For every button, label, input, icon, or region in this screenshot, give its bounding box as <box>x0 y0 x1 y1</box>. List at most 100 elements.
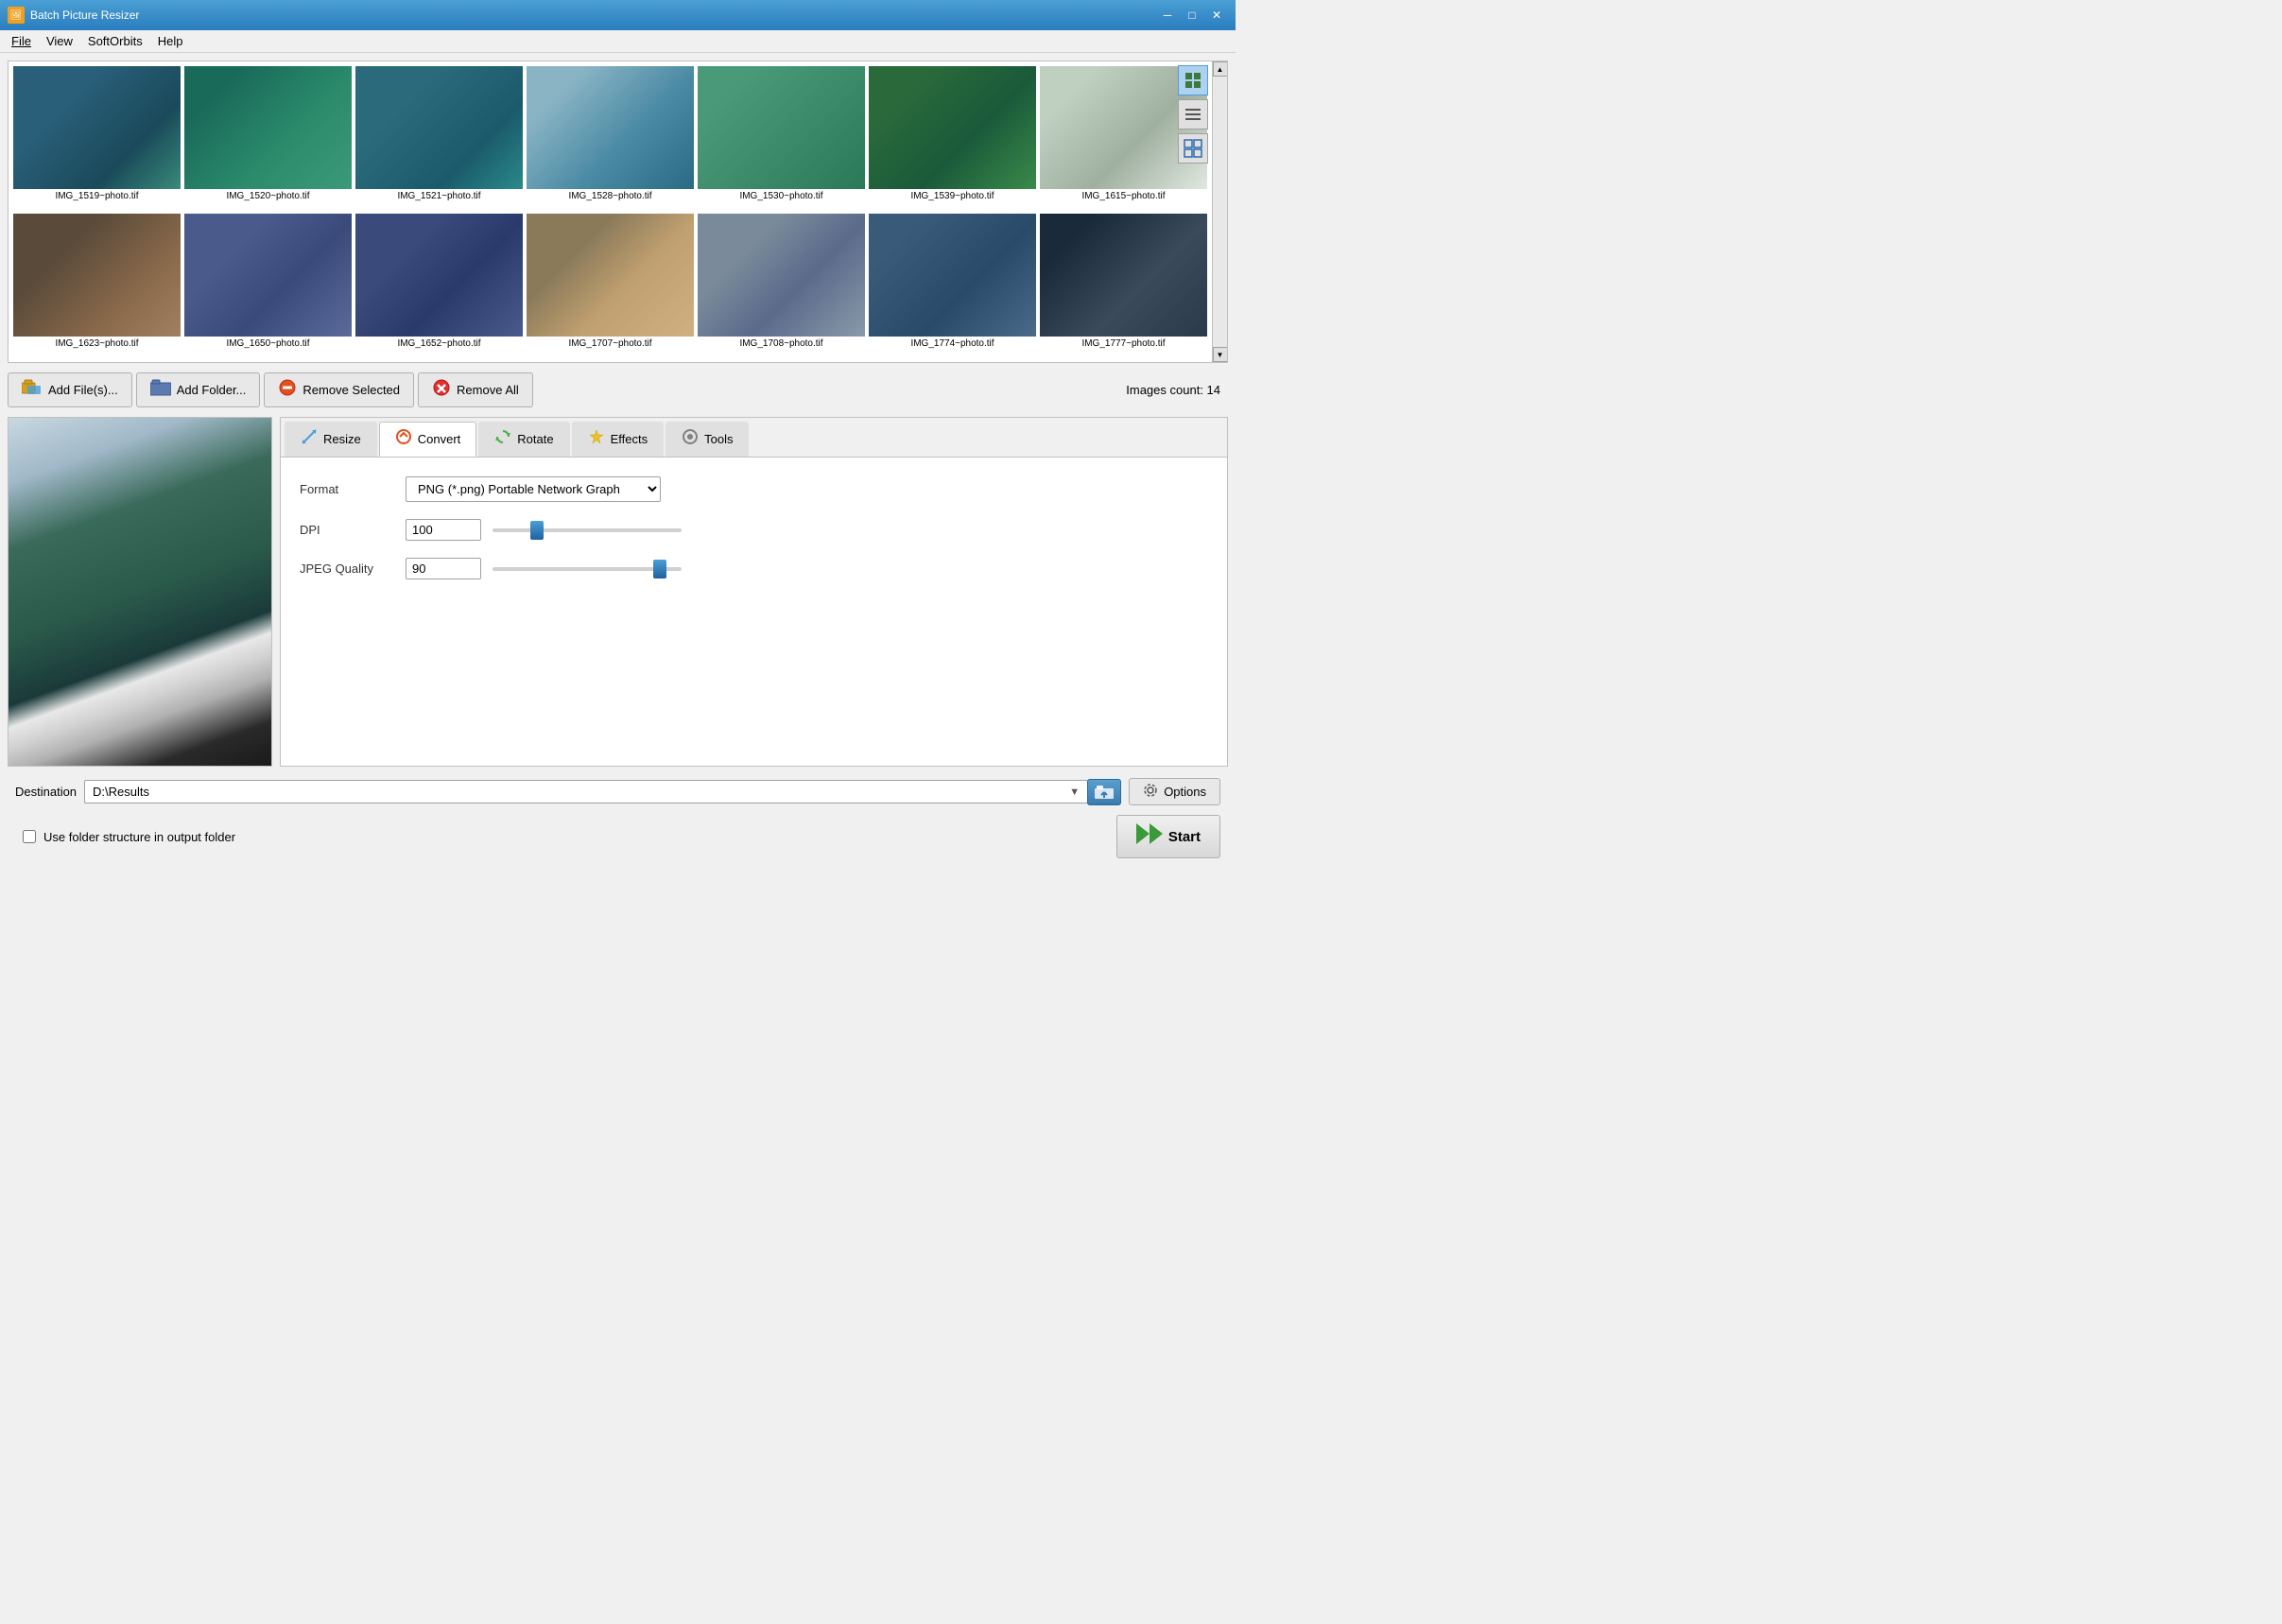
options-button[interactable]: Options <box>1129 778 1220 805</box>
destination-browse-button[interactable] <box>1087 779 1121 805</box>
resize-tab-icon <box>301 428 318 450</box>
tab-resize[interactable]: Resize <box>285 422 377 457</box>
image-filename: IMG_1708~photo.tif <box>698 337 865 351</box>
list-item[interactable]: IMG_1539~photo.tif <box>868 65 1037 211</box>
jpeg-quality-slider-thumb[interactable] <box>653 560 666 579</box>
dpi-row: DPI 100 <box>300 519 1208 541</box>
list-item[interactable]: IMG_1530~photo.tif <box>697 65 866 211</box>
add-folder-button[interactable]: Add Folder... <box>136 372 261 407</box>
image-filename: IMG_1519~photo.tif <box>13 189 181 203</box>
folder-structure-checkbox[interactable] <box>23 830 36 843</box>
menu-softorbits[interactable]: SoftOrbits <box>80 32 150 50</box>
list-item[interactable]: IMG_1521~photo.tif <box>354 65 524 211</box>
settings-content: Format PNG (*.png) Portable Network Grap… <box>281 458 1227 766</box>
dpi-slider-container <box>493 521 682 540</box>
image-filename: IMG_1539~photo.tif <box>869 189 1036 203</box>
bottom-actions: Use folder structure in output folder St… <box>8 811 1228 862</box>
list-item[interactable]: IMG_1708~photo.tif <box>697 213 866 358</box>
thumbnail-image <box>184 66 352 189</box>
thumbnail-view-button[interactable] <box>1178 65 1208 95</box>
destination-input[interactable] <box>84 780 1088 803</box>
remove-all-button[interactable]: Remove All <box>418 372 533 407</box>
add-folder-label: Add Folder... <box>177 383 247 397</box>
format-select[interactable]: PNG (*.png) Portable Network Graph JPEG … <box>406 476 661 502</box>
grid-scrollbar[interactable]: ▲ ▼ <box>1212 61 1227 362</box>
list-item[interactable]: IMG_1519~photo.tif <box>12 65 182 211</box>
thumbnail-image <box>527 214 694 337</box>
list-item[interactable]: IMG_1623~photo.tif <box>12 213 182 358</box>
jpeg-quality-slider-track <box>493 567 682 571</box>
start-button[interactable]: Start <box>1116 815 1220 858</box>
list-item[interactable]: IMG_1774~photo.tif <box>868 213 1037 358</box>
window-controls: ─ □ ✕ <box>1156 6 1228 25</box>
destination-bar: Destination ▼ <box>8 772 1228 811</box>
menu-view[interactable]: View <box>39 32 80 50</box>
list-item[interactable]: IMG_1777~photo.tif <box>1039 213 1208 358</box>
close-button[interactable]: ✕ <box>1205 6 1228 25</box>
scroll-up-button[interactable]: ▲ <box>1213 61 1228 77</box>
dpi-input[interactable]: 100 <box>406 519 481 541</box>
format-row: Format PNG (*.png) Portable Network Grap… <box>300 476 1208 502</box>
image-filename: IMG_1615~photo.tif <box>1040 189 1207 203</box>
rotate-tab-label: Rotate <box>517 432 553 446</box>
tab-effects[interactable]: Effects <box>572 422 665 457</box>
start-icon <box>1136 823 1163 850</box>
dpi-label: DPI <box>300 523 394 537</box>
app-icon: 🖼 <box>8 7 25 24</box>
tools-tab-label: Tools <box>704 432 733 446</box>
add-files-button[interactable]: Add File(s)... <box>8 372 132 407</box>
preview-image <box>9 418 271 766</box>
image-filename: IMG_1652~photo.tif <box>355 337 523 351</box>
remove-selected-icon <box>278 379 297 401</box>
images-count: Images count: 14 <box>1126 383 1228 397</box>
tab-rotate[interactable]: Rotate <box>478 422 569 457</box>
list-item[interactable]: IMG_1520~photo.tif <box>183 65 353 211</box>
dpi-slider-track <box>493 528 682 532</box>
bottom-section: Destination ▼ <box>8 772 1228 862</box>
list-view-button[interactable] <box>1178 99 1208 130</box>
list-item[interactable]: IMG_1650~photo.tif <box>183 213 353 358</box>
settings-panel: Resize Convert <box>280 417 1228 767</box>
destination-label: Destination <box>15 785 77 799</box>
image-filename: IMG_1777~photo.tif <box>1040 337 1207 351</box>
scroll-down-button[interactable]: ▼ <box>1213 347 1228 362</box>
folder-structure-row: Use folder structure in output folder <box>15 826 243 848</box>
remove-selected-button[interactable]: Remove Selected <box>264 372 414 407</box>
add-folder-icon <box>150 379 171 401</box>
image-filename: IMG_1623~photo.tif <box>13 337 181 351</box>
remove-all-label: Remove All <box>457 383 519 397</box>
format-label: Format <box>300 482 394 496</box>
jpeg-quality-row: JPEG Quality 90 <box>300 558 1208 579</box>
tab-tools[interactable]: Tools <box>666 422 749 457</box>
maximize-button[interactable]: □ <box>1181 6 1203 25</box>
scroll-track[interactable] <box>1213 77 1227 347</box>
tab-bar: Resize Convert <box>281 418 1227 458</box>
jpeg-quality-input[interactable]: 90 <box>406 558 481 579</box>
menu-file[interactable]: File <box>4 32 39 50</box>
menu-help[interactable]: Help <box>150 32 191 50</box>
tab-convert[interactable]: Convert <box>379 422 477 457</box>
image-filename: IMG_1520~photo.tif <box>184 189 352 203</box>
list-item[interactable]: IMG_1652~photo.tif <box>354 213 524 358</box>
jpeg-quality-slider-container <box>493 560 682 579</box>
titlebar: 🖼 Batch Picture Resizer ─ □ ✕ <box>0 0 1236 30</box>
app-title: Batch Picture Resizer <box>30 9 1156 22</box>
detail-view-button[interactable] <box>1178 133 1208 164</box>
lower-panel: Resize Convert <box>8 417 1228 767</box>
thumbnail-image <box>869 66 1036 189</box>
thumbnail-image <box>355 66 523 189</box>
image-grid-panel: IMG_1519~photo.tif IMG_1520~photo.tif IM… <box>8 60 1228 363</box>
resize-tab-label: Resize <box>323 432 361 446</box>
convert-tab-label: Convert <box>418 432 461 446</box>
tools-tab-icon <box>682 428 699 450</box>
list-item[interactable]: IMG_1528~photo.tif <box>526 65 695 211</box>
dpi-slider-thumb[interactable] <box>530 521 544 540</box>
options-label: Options <box>1164 785 1206 799</box>
list-item[interactable]: IMG_1707~photo.tif <box>526 213 695 358</box>
image-filename: IMG_1774~photo.tif <box>869 337 1036 351</box>
start-label: Start <box>1168 829 1201 845</box>
minimize-button[interactable]: ─ <box>1156 6 1179 25</box>
gear-icon <box>1143 783 1158 801</box>
toolbar: Add File(s)... Add Folder... Remove Sele… <box>8 369 1228 411</box>
image-filename: IMG_1521~photo.tif <box>355 189 523 203</box>
